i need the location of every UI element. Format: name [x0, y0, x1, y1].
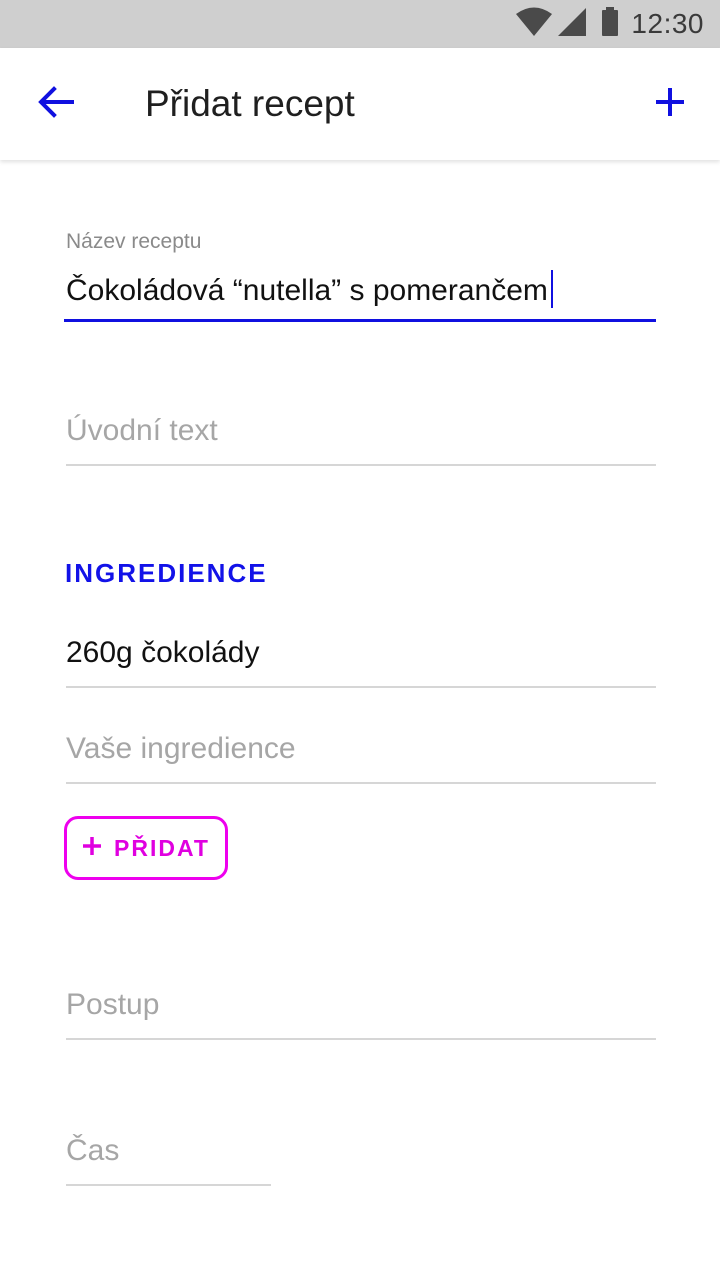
ingredient-underline: [66, 686, 656, 688]
add-recipe-button[interactable]: [644, 78, 696, 130]
new-ingredient-field[interactable]: Vaše ingredience: [66, 720, 656, 784]
status-bar: 12:30: [0, 0, 720, 48]
add-ingredient-button[interactable]: PŘIDAT: [64, 816, 228, 880]
recipe-name-value: Čokoládová “nutella” s pomerančem: [66, 274, 548, 307]
intro-text-field[interactable]: Úvodní text: [66, 400, 656, 466]
wifi-icon: [515, 7, 553, 42]
new-ingredient-placeholder: Vaše ingredience: [66, 732, 296, 765]
intro-text-placeholder: Úvodní text: [66, 414, 218, 447]
time-underline: [66, 1184, 271, 1186]
recipe-name-input[interactable]: Čokoládová “nutella” s pomerančem: [66, 270, 553, 308]
status-icons: 12:30: [515, 0, 704, 48]
recipe-name-underline: [64, 319, 656, 322]
ingredients-section-title: INGREDIENCE: [65, 558, 268, 588]
status-time: 12:30: [631, 8, 704, 39]
battery-icon: [601, 6, 619, 42]
time-placeholder: Čas: [66, 1134, 120, 1167]
plus-icon: [82, 835, 114, 862]
signal-icon: [557, 7, 587, 42]
back-button[interactable]: [24, 78, 88, 130]
page-title: Přidat recept: [145, 83, 355, 124]
procedure-field[interactable]: Postup: [66, 974, 656, 1040]
ingredient-value: 260g čokolády: [66, 636, 260, 669]
time-field[interactable]: Čas: [66, 1120, 271, 1186]
procedure-placeholder: Postup: [66, 988, 160, 1021]
intro-text-underline: [66, 464, 656, 466]
recipe-name-label: Název receptu: [66, 230, 202, 253]
add-ingredient-label: PŘIDAT: [114, 834, 210, 861]
ingredient-item[interactable]: 260g čokolády: [66, 624, 656, 688]
arrow-left-icon: [38, 85, 74, 123]
procedure-underline: [66, 1038, 656, 1040]
recipe-name-field[interactable]: Název receptu Čokoládová “nutella” s pom…: [64, 226, 656, 322]
plus-icon: [654, 86, 686, 123]
new-ingredient-underline: [66, 782, 656, 784]
text-cursor: [550, 270, 553, 308]
app-bar: Přidat recept: [0, 48, 720, 160]
